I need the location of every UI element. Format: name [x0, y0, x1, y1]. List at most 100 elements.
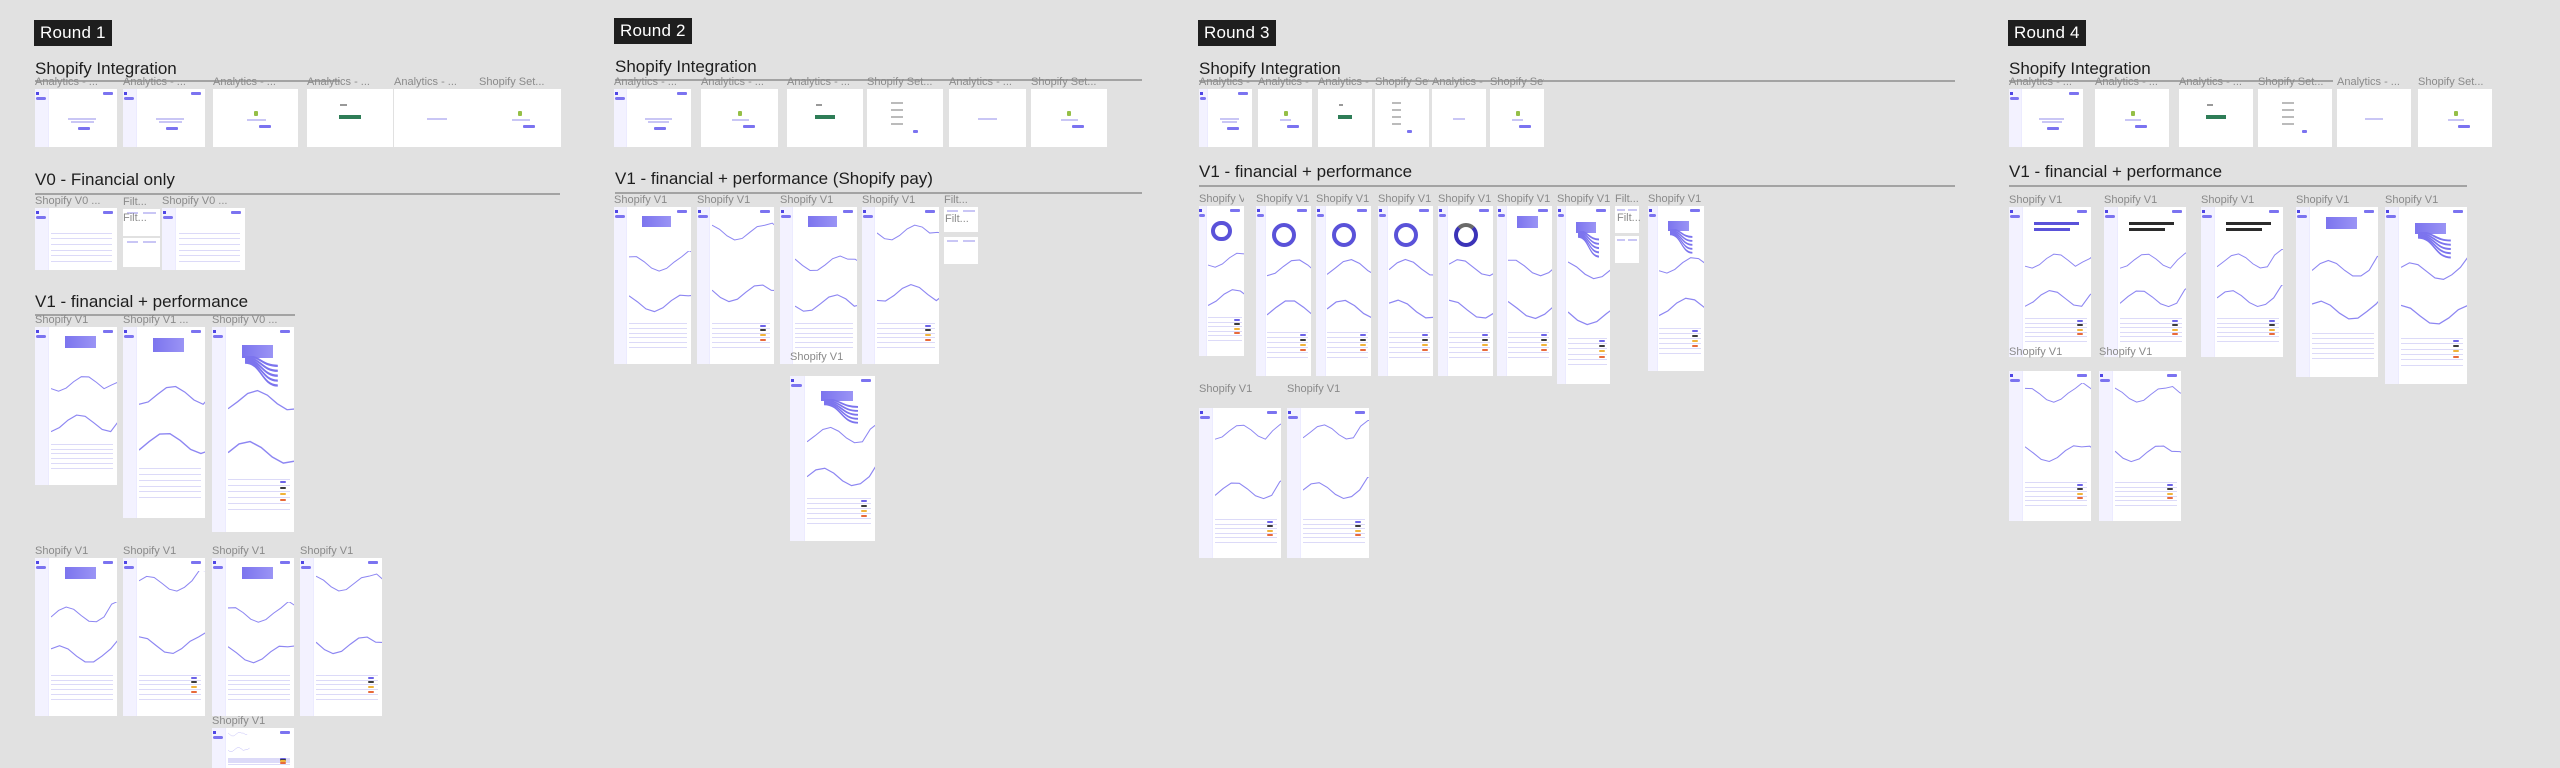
frame-label[interactable]: Shopify V1	[1199, 193, 1244, 205]
frame-label[interactable]: Shopify V1	[212, 715, 265, 727]
frame-label[interactable]: Shopify Set...	[1375, 76, 1429, 88]
design-frame-sankey[interactable]	[35, 327, 117, 485]
frame-label[interactable]: Shopify V1	[1497, 193, 1550, 205]
design-frame-text[interactable]	[1432, 89, 1486, 147]
frame-label[interactable]: Shopify V1	[123, 545, 176, 557]
frame-label[interactable]: Shopify Set...	[867, 76, 932, 88]
design-frame-sankey[interactable]	[1497, 206, 1552, 376]
design-frame-fan[interactable]	[212, 327, 294, 532]
design-frame-line[interactable]	[1199, 408, 1281, 558]
frame-label[interactable]: Shopify V1	[2201, 194, 2254, 206]
design-frame-sankey[interactable]	[35, 558, 117, 716]
design-frame-text[interactable]	[2337, 89, 2411, 147]
frame-label[interactable]: Filt...	[1615, 193, 1639, 205]
frame-label[interactable]: Shopify V1	[2104, 194, 2157, 206]
frame-label[interactable]: Analytics - ...	[949, 76, 1012, 88]
frame-label[interactable]: Filt...	[945, 213, 969, 225]
design-frame-table[interactable]	[35, 208, 117, 270]
design-frame-dash[interactable]	[1199, 89, 1252, 147]
frame-label[interactable]: Analytics - ...	[614, 76, 677, 88]
frame-label[interactable]: Shopify V1	[697, 194, 750, 206]
design-frame-table[interactable]	[162, 208, 245, 270]
frame-label[interactable]: Shopify V1	[300, 545, 353, 557]
frame-label[interactable]: Shopify V1	[212, 545, 265, 557]
section-title-v1-financial-performance[interactable]: V1 - financial + performance	[35, 292, 248, 312]
frame-label[interactable]: Filt...	[1617, 212, 1641, 224]
design-frame-text[interactable]	[394, 89, 480, 147]
section-title-shopify-integration[interactable]: Shopify Integration	[615, 57, 757, 77]
frame-label[interactable]: Analytics - ...	[701, 76, 764, 88]
design-frame-shop[interactable]	[701, 89, 778, 147]
round-4-label[interactable]: Round 4	[2008, 20, 2086, 46]
design-frame-shop[interactable]	[2418, 89, 2492, 147]
frame-label[interactable]: Analytics - ...	[1258, 76, 1312, 88]
frame-label[interactable]: Shopify V1	[1378, 193, 1431, 205]
design-frame-list[interactable]	[2258, 89, 2332, 147]
design-frame-line[interactable]	[300, 558, 382, 716]
frame-label[interactable]: Shopify V1	[780, 194, 833, 206]
frame-label[interactable]: Analytics - ...	[2337, 76, 2400, 88]
design-frame-donut[interactable]	[1316, 206, 1371, 376]
section-title-v0-financial-only[interactable]: V0 - Financial only	[35, 170, 175, 190]
frame-label[interactable]: Analytics - ...	[394, 76, 457, 88]
design-frame-fan[interactable]	[1557, 206, 1610, 384]
frame-label[interactable]: Shopify V1	[2296, 194, 2349, 206]
design-frame-green[interactable]	[2179, 89, 2253, 147]
frame-label[interactable]: Shopify V1	[1256, 193, 1309, 205]
frame-label[interactable]: Analytics - ...	[123, 76, 186, 88]
design-frame-green[interactable]	[787, 89, 863, 147]
design-frame-dash[interactable]	[2009, 89, 2083, 147]
frame-label[interactable]: Shopify V1	[1557, 193, 1610, 205]
round-3-label[interactable]: Round 3	[1198, 20, 1276, 46]
design-frame-line[interactable]	[862, 207, 939, 364]
design-frame-dash[interactable]	[35, 89, 117, 147]
section-title-v1-financial-performance-shopify-pay[interactable]: V1 - financial + performance (Shopify pa…	[615, 169, 933, 189]
frame-label[interactable]: Shopify Set...	[2258, 76, 2323, 88]
frame-label[interactable]: Shopify Set...	[479, 76, 544, 88]
frame-label[interactable]: Shopify V1 ...	[123, 314, 188, 326]
frame-label[interactable]: Analytics - ...	[1432, 76, 1486, 88]
design-frame-donut2[interactable]	[1438, 206, 1493, 376]
frame-label[interactable]: Analytics - ...	[213, 76, 276, 88]
frame-label[interactable]: Shopify V1	[614, 194, 667, 206]
design-frame-line[interactable]	[2009, 371, 2091, 521]
design-frame-donut[interactable]	[1199, 206, 1244, 356]
design-frame-bars[interactable]	[2009, 207, 2091, 357]
design-frame-filt[interactable]	[944, 237, 978, 264]
frame-label[interactable]: Shopify V1	[2099, 346, 2152, 358]
design-frame-shop[interactable]	[1258, 89, 1312, 147]
frame-label[interactable]: Shopify V1	[2385, 194, 2438, 206]
design-frame-green[interactable]	[307, 89, 393, 147]
design-frame-barsdark[interactable]	[2104, 207, 2186, 357]
frame-label[interactable]: Analytics - ...	[307, 76, 370, 88]
design-frame-line[interactable]	[1287, 408, 1369, 558]
frame-label[interactable]: Shopify Set...	[1490, 76, 1544, 88]
round-1-label[interactable]: Round 1	[34, 20, 112, 46]
design-frame-shop[interactable]	[479, 89, 561, 147]
design-frame-line[interactable]	[212, 728, 294, 768]
frame-label[interactable]: Shopify Set...	[2418, 76, 2483, 88]
frame-label[interactable]: Shopify V1	[1316, 193, 1369, 205]
design-frame-donut[interactable]	[1378, 206, 1433, 376]
frame-label[interactable]: Shopify V1	[2009, 194, 2062, 206]
design-frame-dash[interactable]	[123, 89, 205, 147]
frame-label[interactable]: Shopify V1	[1287, 383, 1340, 395]
design-frame-filt[interactable]	[1615, 236, 1639, 263]
frame-label[interactable]: Shopify V0 ...	[212, 314, 277, 326]
design-frame-sankey[interactable]	[780, 207, 857, 364]
design-frame-barsdark[interactable]	[2201, 207, 2283, 357]
frame-label[interactable]: Shopify V1	[35, 545, 88, 557]
design-frame-sankey[interactable]	[123, 327, 205, 518]
frame-label[interactable]: Analytics - ...	[1199, 76, 1252, 88]
frame-label[interactable]: Filt...	[944, 194, 968, 206]
design-frame-filt[interactable]	[123, 238, 160, 267]
round-2-label[interactable]: Round 2	[614, 18, 692, 44]
design-frame-text[interactable]	[949, 89, 1026, 147]
frame-label[interactable]: Analytics - ...	[2009, 76, 2072, 88]
frame-label[interactable]: Analytics - ...	[787, 76, 850, 88]
frame-label[interactable]: Shopify V1	[1438, 193, 1491, 205]
frame-label[interactable]: Analytics - ...	[2095, 76, 2158, 88]
design-frame-sankey[interactable]	[614, 207, 691, 364]
design-frame-fan[interactable]	[790, 376, 875, 541]
frame-label[interactable]: Shopify Set...	[1031, 76, 1096, 88]
